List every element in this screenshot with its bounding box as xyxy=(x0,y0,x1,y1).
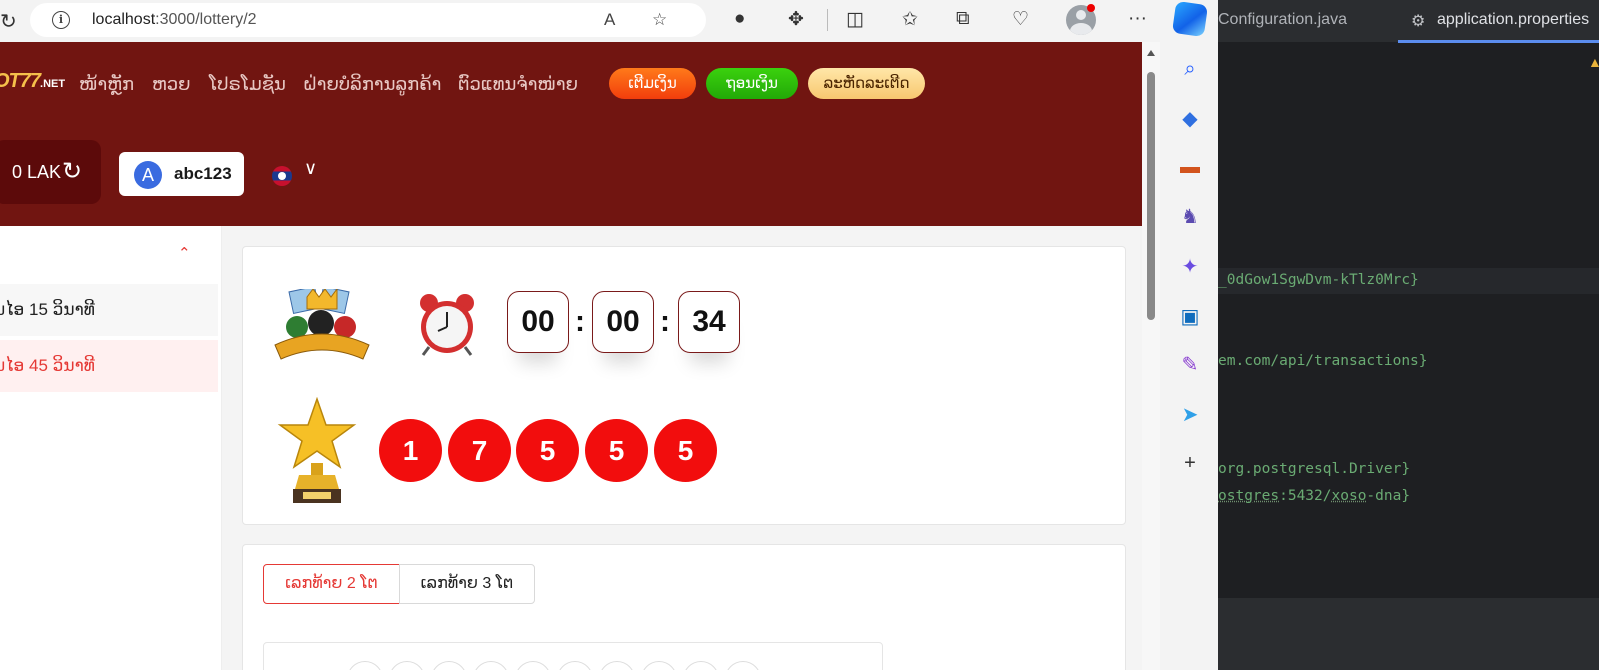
editor-tab-bar: Configuration.java ⚙ application.propert… xyxy=(1218,0,1599,43)
game-sidebar: ⌃ ນໄອ 15 ວິນາທີ ນໄອ 45 ວິນາທີ xyxy=(0,226,222,670)
send-icon[interactable]: ➤ xyxy=(1178,402,1202,427)
reload-icon[interactable]: ↻ xyxy=(0,9,17,34)
draw-card: 00 : 00 : 34 1 7 5 5 5 xyxy=(242,246,1126,525)
number-option[interactable] xyxy=(599,661,635,670)
copilot-icon[interactable] xyxy=(1171,0,1209,38)
result-ball-3: 5 xyxy=(516,419,579,482)
site-info-icon[interactable]: i xyxy=(52,11,70,29)
extensions-icon[interactable]: ✥ xyxy=(788,8,804,31)
result-ball-4: 5 xyxy=(585,419,648,482)
number-option[interactable] xyxy=(389,661,425,670)
withdraw-button[interactable]: ຖອນເງິນ xyxy=(706,68,798,99)
games-icon[interactable]: ♞ xyxy=(1178,204,1202,229)
copilot-sidebar-icon[interactable]: ✦ xyxy=(1178,254,1202,279)
nav-home[interactable]: ໜ້າຫຼັກ xyxy=(79,74,134,95)
user-avatar: A xyxy=(134,161,162,189)
refresh-balance-icon[interactable]: ↻ xyxy=(62,157,82,186)
cookie-icon[interactable]: ● xyxy=(734,8,745,30)
designer-icon[interactable]: ✎ xyxy=(1178,352,1202,377)
scroll-up-arrow-icon[interactable] xyxy=(1147,50,1155,56)
trophy-icon xyxy=(277,397,357,503)
ide-window: Configuration.java ⚙ application.propert… xyxy=(1218,0,1599,670)
page-scrollbar[interactable] xyxy=(1142,42,1160,670)
scrollbar-thumb[interactable] xyxy=(1147,72,1155,320)
bet-card: ເລກທ້າຍ 2 ໂຕ ເລກທ້າຍ 3 ໂຕ xyxy=(242,544,1126,670)
number-option[interactable] xyxy=(725,661,761,670)
nav-customer-service[interactable]: ຝ່າຍບໍລິການລູກຄ້າ xyxy=(303,74,441,95)
search-icon[interactable]: ⌕ xyxy=(1178,58,1202,81)
number-option[interactable] xyxy=(641,661,677,670)
user-box[interactable]: A abc123 xyxy=(119,152,244,196)
browser-toolbar: ↻ i localhost:3000/lottery/2 A ☆ ● ✥ ◫ ✩… xyxy=(0,0,1218,42)
number-picker xyxy=(263,642,883,670)
sidebar-item-15s[interactable]: ນໄອ 15 ວິນາທີ xyxy=(0,284,218,336)
username: abc123 xyxy=(174,164,232,183)
nav-agent[interactable]: ຕົວແທນຈຳໜ່າຍ xyxy=(458,74,578,95)
nav-promotion[interactable]: ໂປຣໂມຊັນ xyxy=(209,74,286,95)
code-line[interactable]: _0dGow1SgwDvm-kTlz0Mrc} xyxy=(1218,272,1419,288)
gear-icon: ⚙ xyxy=(1411,13,1426,30)
browser-essentials-icon[interactable]: ♡ xyxy=(1012,8,1029,31)
active-tab-indicator xyxy=(1398,40,1599,43)
outlook-icon[interactable]: ▣ xyxy=(1178,304,1202,329)
number-option[interactable] xyxy=(557,661,593,670)
deposit-button[interactable]: ເຕີມເງິນ xyxy=(609,68,696,99)
chevron-up-icon[interactable]: ⌃ xyxy=(178,244,191,262)
result-ball-1: 1 xyxy=(379,419,442,482)
browser-sidebar: ⌕ ◆ ▬ ♞ ✦ ▣ ✎ ➤ + xyxy=(1160,42,1218,670)
bingo-logo-icon xyxy=(274,289,370,360)
url-text[interactable]: localhost:3000/lottery/2 xyxy=(92,11,257,29)
split-screen-icon[interactable]: ◫ xyxy=(846,8,864,31)
web-page: OT77.NET ໜ້າຫຼັກ ຫວຍ ໂປຣໂມຊັນ ຝ່າຍບໍລິກາ… xyxy=(0,42,1142,670)
laos-flag-icon[interactable] xyxy=(272,166,292,186)
balance-box: 0 LAK ↻ xyxy=(0,140,101,204)
read-aloud-icon[interactable]: A xyxy=(604,10,615,30)
countdown-separator: : xyxy=(575,305,585,338)
favorite-star-icon[interactable]: ☆ xyxy=(652,10,667,30)
collections-icon[interactable]: ⧉ xyxy=(956,8,970,30)
main-content: 00 : 00 : 34 1 7 5 5 5 ເລກທ້າຍ 2 ໂຕ ເລກທ… xyxy=(222,226,1142,670)
more-options-icon[interactable]: ··· xyxy=(1128,8,1147,30)
result-ball-5: 5 xyxy=(654,419,717,482)
shopping-tag-icon[interactable]: ◆ xyxy=(1178,106,1202,131)
site-header: OT77.NET ໜ້າຫຼັກ ຫວຍ ໂປຣໂມຊັນ ຝ່າຍບໍລິກາ… xyxy=(0,42,1142,226)
sidebar-item-45s[interactable]: ນໄອ 45 ວິນາທີ xyxy=(0,340,218,392)
number-option[interactable] xyxy=(515,661,551,670)
tab-last-3-digits[interactable]: ເລກທ້າຍ 3 ໂຕ xyxy=(399,564,535,604)
nav-lottery[interactable]: ຫວຍ xyxy=(152,74,191,95)
alarm-clock-icon xyxy=(420,294,474,356)
code-line[interactable]: em.com/api/transactions} xyxy=(1218,353,1428,369)
countdown-separator: : xyxy=(660,305,670,338)
chevron-down-icon[interactable]: ∨ xyxy=(304,158,317,179)
balance-amount: 0 LAK xyxy=(12,162,62,182)
warning-icon[interactable]: ▲ xyxy=(1588,54,1599,70)
favorites-icon[interactable]: ✩ xyxy=(902,8,918,31)
site-logo[interactable]: OT77.NET xyxy=(0,70,65,93)
code-line[interactable]: ostgres:5432/xoso-dna} xyxy=(1218,488,1410,504)
countdown-minutes: 00 xyxy=(592,291,654,353)
profile-notification-dot xyxy=(1087,4,1095,12)
tab-configuration-java[interactable]: Configuration.java xyxy=(1218,11,1347,29)
countdown-seconds: 34 xyxy=(678,291,740,353)
ide-bottom-panel xyxy=(1218,598,1599,670)
countdown-hours: 00 xyxy=(507,291,569,353)
number-option[interactable] xyxy=(431,661,467,670)
toolbox-icon[interactable]: ▬ xyxy=(1178,156,1202,179)
address-bar[interactable]: i localhost:3000/lottery/2 A ☆ xyxy=(30,3,706,37)
code-line[interactable]: org.postgresql.Driver} xyxy=(1218,461,1410,477)
invite-code-button[interactable]: ລະຫັດລະເຕີດ xyxy=(808,68,925,99)
number-option[interactable] xyxy=(683,661,719,670)
toolbar-divider xyxy=(827,9,828,31)
result-ball-2: 7 xyxy=(448,419,511,482)
add-icon[interactable]: + xyxy=(1178,452,1202,475)
tab-last-2-digits[interactable]: ເລກທ້າຍ 2 ໂຕ xyxy=(263,564,400,604)
number-option[interactable] xyxy=(347,661,383,670)
number-option[interactable] xyxy=(473,661,509,670)
